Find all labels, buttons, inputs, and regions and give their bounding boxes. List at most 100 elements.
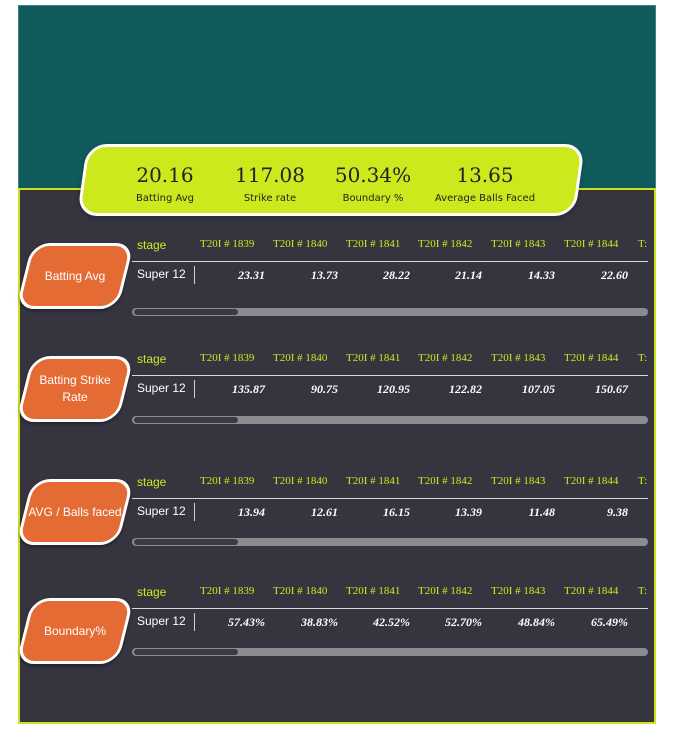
stage-value: Super 12: [137, 614, 186, 628]
header-stage: stage: [137, 585, 167, 599]
cell-value: 13.39: [455, 505, 482, 519]
scrollbar-thumb[interactable]: [134, 309, 238, 315]
scrollbar-thumb[interactable]: [134, 417, 238, 423]
kpi-value: 50.34%: [334, 163, 412, 187]
kpi-label: Average Balls Faced: [434, 193, 536, 204]
header-col: T20I # 1839: [200, 238, 255, 250]
header-col: T:: [638, 238, 648, 250]
cell-value: 16.15: [383, 505, 410, 519]
header-col: T20I # 1840: [273, 238, 328, 250]
divider: [194, 380, 195, 398]
stage-value: Super 12: [137, 504, 186, 518]
cell-value: 65.49%: [591, 615, 628, 629]
table-header: stage T20I # 1839 T20I # 1840 T20I # 184…: [132, 350, 648, 372]
table-header: stage T20I # 1839 T20I # 1840 T20I # 184…: [132, 236, 648, 258]
kpi-avg-balls-faced: 13.65 Average Balls Faced: [425, 147, 545, 204]
header-col: T20I # 1844: [564, 352, 619, 364]
scrollbar-thumb[interactable]: [134, 649, 238, 655]
kpi-batting-avg: 20.16 Batting Avg: [115, 147, 215, 204]
table-header: stage T20I # 1839 T20I # 1840 T20I # 184…: [132, 473, 648, 495]
header-stage: stage: [137, 475, 167, 489]
header-col: T20I # 1841: [346, 475, 401, 487]
section-tag-label: Boundary%: [43, 623, 107, 638]
header-col: T20I # 1840: [273, 475, 328, 487]
header-col: T20I # 1839: [200, 352, 255, 364]
horizontal-scrollbar[interactable]: [132, 648, 648, 656]
scrollbar-thumb[interactable]: [134, 539, 238, 545]
kpi-value: 13.65: [456, 163, 514, 187]
section-strike-rate: Batting Strike Rate stage T20I # 1839 T2…: [0, 350, 687, 460]
cell-value: 122.82: [449, 382, 482, 396]
section-tag-label: AVG / Balls faced: [28, 504, 122, 519]
horizontal-scrollbar[interactable]: [132, 416, 648, 424]
cell-value: 135.87: [232, 382, 265, 396]
header-col: T:: [638, 585, 648, 597]
header-col: T20I # 1842: [418, 585, 473, 597]
header-col: T20I # 1843: [491, 352, 546, 364]
header-col: T20I # 1843: [491, 238, 546, 250]
table-header: stage T20I # 1839 T20I # 1840 T20I # 184…: [132, 583, 648, 605]
header-col: T20I # 1841: [346, 238, 401, 250]
kpi-value: 20.16: [136, 163, 194, 187]
header-col: T20I # 1839: [200, 475, 255, 487]
section-tag: Boundary%: [15, 598, 135, 664]
cell-value: 9.38: [607, 505, 628, 519]
cell-value: 23.31: [238, 268, 265, 282]
section-avg-balls-faced: AVG / Balls faced stage T20I # 1839 T20I…: [0, 473, 687, 583]
cell-value: 13.94: [238, 505, 265, 519]
section-tag-label: Batting Strike Rate: [39, 373, 111, 404]
kpi-bar: 20.16 Batting Avg 117.08 Strike rate 50.…: [76, 144, 586, 216]
header-col: T20I # 1844: [564, 585, 619, 597]
cell-value: 150.67: [595, 382, 628, 396]
cell-value: 12.61: [311, 505, 338, 519]
header-col: T20I # 1841: [346, 352, 401, 364]
divider: [194, 503, 195, 521]
header-col: T:: [638, 352, 648, 364]
cell-value: 13.73: [311, 268, 338, 282]
cell-value: 48.84%: [518, 615, 555, 629]
stage-value: Super 12: [137, 267, 186, 281]
divider: [194, 266, 195, 284]
table-row: Super 12 23.31 13.73 28.22 21.14 14.33 2…: [132, 262, 648, 290]
kpi-strike-rate: 117.08 Strike rate: [220, 147, 320, 204]
horizontal-scrollbar[interactable]: [132, 538, 648, 546]
cell-value: 107.05: [522, 382, 555, 396]
section-boundary: Boundary% stage T20I # 1839 T20I # 1840 …: [0, 583, 687, 693]
cell-value: 28.22: [383, 268, 410, 282]
header-col: T20I # 1842: [418, 352, 473, 364]
section-tag: AVG / Balls faced: [15, 479, 135, 545]
cell-value: 22.60: [601, 268, 628, 282]
section-tag: Batting Strike Rate: [15, 356, 135, 422]
table-row: Super 12 57.43% 38.83% 42.52% 52.70% 48.…: [132, 609, 648, 637]
kpi-label: Boundary %: [342, 193, 404, 204]
table-row: Super 12 13.94 12.61 16.15 13.39 11.48 9…: [132, 499, 648, 527]
kpi-value: 117.08: [235, 163, 305, 187]
header-stage: stage: [137, 352, 167, 366]
cell-value: 21.14: [455, 268, 482, 282]
header-col: T:: [638, 475, 648, 487]
cell-value: 42.52%: [373, 615, 410, 629]
cell-value: 38.83%: [301, 615, 338, 629]
cell-value: 120.95: [377, 382, 410, 396]
header-col: T20I # 1842: [418, 238, 473, 250]
divider: [194, 613, 195, 631]
header-col: T20I # 1843: [491, 585, 546, 597]
header-col: T20I # 1844: [564, 475, 619, 487]
cell-value: 57.43%: [228, 615, 265, 629]
cell-value: 52.70%: [445, 615, 482, 629]
section-tag-label: Batting Avg: [44, 268, 106, 283]
header-col: T20I # 1841: [346, 585, 401, 597]
header-col: T20I # 1842: [418, 475, 473, 487]
kpi-label: Batting Avg: [136, 193, 194, 204]
table-row: Super 12 135.87 90.75 120.95 122.82 107.…: [132, 376, 648, 404]
stage-value: Super 12: [137, 381, 186, 395]
horizontal-scrollbar[interactable]: [132, 308, 648, 316]
kpi-label: Strike rate: [243, 193, 297, 204]
kpi-boundary: 50.34% Boundary %: [323, 147, 423, 204]
header-col: T20I # 1839: [200, 585, 255, 597]
section-batting-avg: Batting Avg stage T20I # 1839 T20I # 184…: [0, 236, 687, 346]
section-tag: Batting Avg: [15, 243, 135, 309]
cell-value: 11.48: [528, 505, 555, 519]
header-col: T20I # 1840: [273, 352, 328, 364]
header-col: T20I # 1844: [564, 238, 619, 250]
